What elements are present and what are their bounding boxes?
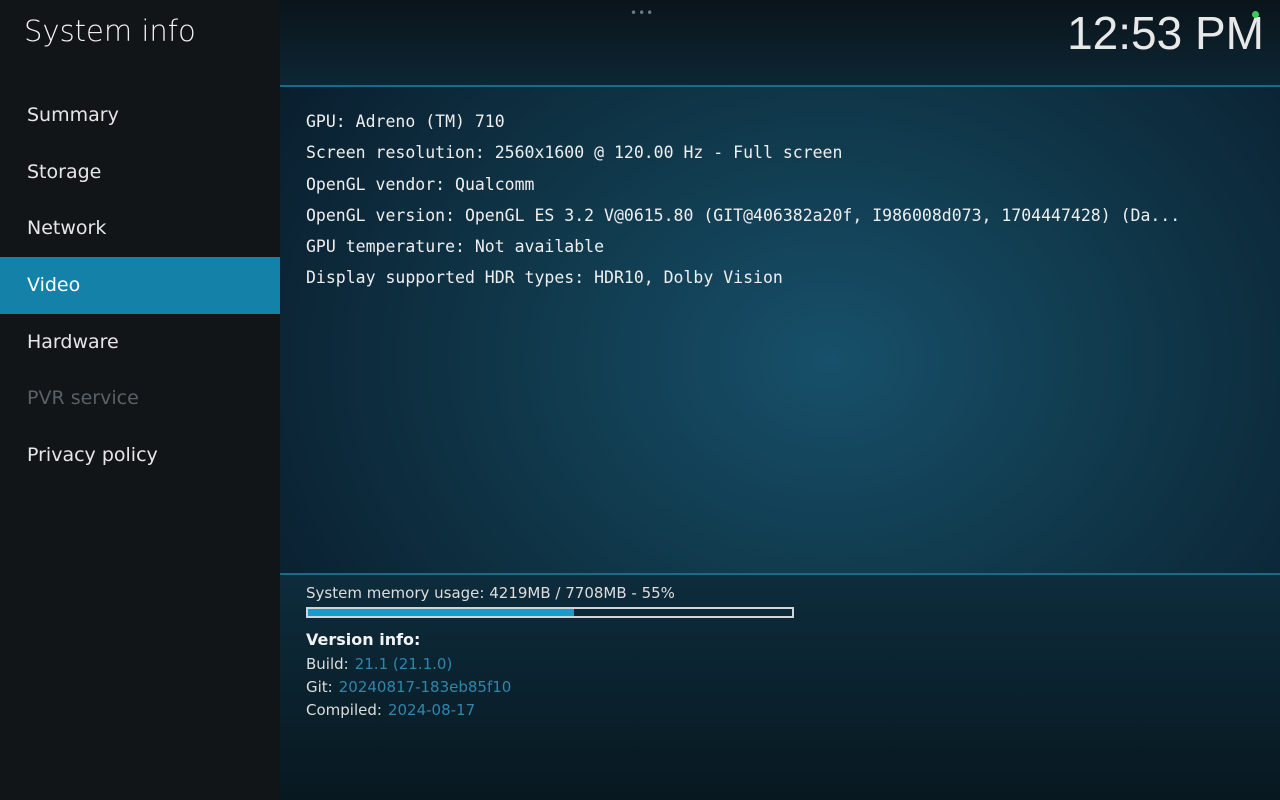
git-label: Git: <box>306 678 333 696</box>
clock: 12:53 PM <box>1067 6 1264 60</box>
build-value: 21.1 (21.1.0) <box>355 655 453 673</box>
info-line-opengl-version: OpenGL version: OpenGL ES 3.2 V@0615.80 … <box>306 200 1180 231</box>
git-value: 20240817-183eb85f10 <box>339 678 512 696</box>
sidebar-item-privacy-policy[interactable]: Privacy policy <box>0 427 280 484</box>
git-row: Git: 20240817-183eb85f10 <box>306 678 511 696</box>
memory-usage-label: System memory usage: 4219MB / 7708MB - 5… <box>306 584 675 602</box>
status-dot-icon <box>1252 11 1259 18</box>
sidebar-item-summary[interactable]: Summary <box>0 87 280 144</box>
compiled-row: Compiled: 2024-08-17 <box>306 701 475 719</box>
info-line-opengl-vendor: OpenGL vendor: Qualcomm <box>306 169 1180 200</box>
build-label: Build: <box>306 655 349 673</box>
info-line-resolution: Screen resolution: 2560x1600 @ 120.00 Hz… <box>306 137 1180 168</box>
menu-dots-icon[interactable]: ••• <box>630 6 654 20</box>
version-info-title: Version info: <box>306 630 420 649</box>
sidebar-item-video[interactable]: Video <box>0 257 280 314</box>
memory-progress-bar <box>306 607 794 618</box>
build-row: Build: 21.1 (21.1.0) <box>306 655 452 673</box>
sidebar-item-pvr-service: PVR service <box>0 370 280 427</box>
info-line-gpu: GPU: Adreno (TM) 710 <box>306 106 1180 137</box>
memory-progress-fill <box>308 609 574 616</box>
video-info-list: GPU: Adreno (TM) 710 Screen resolution: … <box>306 106 1180 294</box>
compiled-value: 2024-08-17 <box>388 701 475 719</box>
top-bar: ••• 12:53 PM <box>280 0 1280 87</box>
sidebar-item-hardware[interactable]: Hardware <box>0 314 280 371</box>
sidebar-item-network[interactable]: Network <box>0 200 280 257</box>
category-list: Summary Storage Network Video Hardware P… <box>0 87 280 484</box>
sidebar: System info Summary Storage Network Vide… <box>0 0 280 800</box>
main-panel: ••• 12:53 PM GPU: Adreno (TM) 710 Screen… <box>280 0 1280 800</box>
footer: System memory usage: 4219MB / 7708MB - 5… <box>280 573 1280 800</box>
sidebar-item-storage[interactable]: Storage <box>0 144 280 201</box>
info-line-gpu-temperature: GPU temperature: Not available <box>306 231 1180 262</box>
info-line-hdr-types: Display supported HDR types: HDR10, Dolb… <box>306 262 1180 293</box>
compiled-label: Compiled: <box>306 701 382 719</box>
page-title: System info <box>24 14 196 48</box>
